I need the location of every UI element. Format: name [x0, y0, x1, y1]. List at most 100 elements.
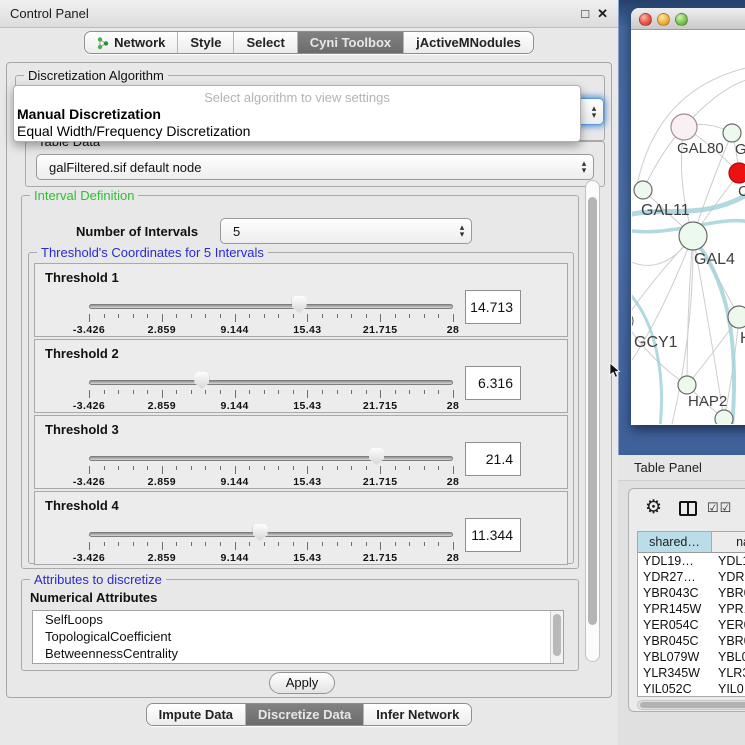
columns-icon[interactable] [679, 501, 697, 516]
discretization-algorithm-legend: Discretization Algorithm [24, 68, 168, 83]
table-panel-header: Table Panel [618, 455, 745, 481]
table-row[interactable]: YPR145WYPR1 [638, 601, 745, 617]
node-hap2[interactable] [678, 376, 696, 394]
cell-shared-name[interactable]: YBL079W [638, 649, 712, 665]
cell-shared-name[interactable]: YIL052C [638, 681, 712, 697]
node-label: GAL11 [641, 202, 690, 219]
cell-shared-name[interactable]: YLR345W [638, 665, 712, 681]
table-data-combobox[interactable]: galFiltered.sif default node ▴▾ [36, 154, 594, 180]
table-row[interactable]: YDL19…YDL1 [638, 553, 745, 569]
tab-jactivemnodules[interactable]: jActiveMNodules [404, 32, 533, 53]
threshold-label: Threshold 4 [45, 498, 119, 513]
threshold-panel-1: Threshold 1 -3.4262.8599.14415.4321.71528… [34, 263, 568, 337]
tab-style[interactable]: Style [178, 32, 234, 53]
node-gal80[interactable] [671, 114, 697, 140]
cell-name[interactable]: YER0 [712, 617, 745, 633]
threshold-label: Threshold 1 [45, 270, 119, 285]
table-row[interactable]: YBR045CYBR0 [638, 633, 745, 649]
cell-name[interactable]: YDR2 [712, 569, 745, 585]
cell-name[interactable]: YBR0 [712, 633, 745, 649]
cell-shared-name[interactable]: YER054C [638, 617, 712, 633]
cell-name[interactable]: YDL1 [712, 553, 745, 569]
node-label: GCY1 [634, 334, 678, 351]
slider-thumb[interactable] [369, 448, 384, 465]
table-row[interactable]: YDR27…YDR2 [638, 569, 745, 585]
node-label: C [738, 183, 745, 200]
threshold-value-field[interactable]: 14.713 [465, 290, 521, 324]
table-data-value: galFiltered.sif default node [37, 160, 575, 175]
checkbox-icons[interactable]: ☑☑ [707, 500, 732, 516]
attribute-item[interactable]: SelfLoops [33, 611, 563, 628]
attribute-items: SelfLoopsTopologicalCoefficientBetweenne… [33, 611, 563, 662]
slider-thumb[interactable] [194, 372, 209, 389]
control-tabs: NetworkStyleSelectCyni ToolboxjActiveMNo… [84, 31, 534, 54]
node-table[interactable]: shared… na YDL19…YDL1YDR27…YDR2YBR043CYB… [637, 531, 745, 697]
cell-shared-name[interactable]: YBR045C [638, 633, 712, 649]
tab-cyni-toolbox[interactable]: Cyni Toolbox [298, 32, 404, 53]
minimize-button[interactable] [657, 13, 670, 26]
cell-name[interactable]: YLR3 [712, 665, 745, 681]
tab-network[interactable]: Network [85, 32, 178, 53]
tab-impute-data[interactable]: Impute Data [147, 704, 246, 725]
attribute-item[interactable]: TopologicalCoefficient [33, 628, 563, 645]
attributes-group: Attributes to discretize Numerical Attri… [21, 579, 579, 671]
panel-title: Control Panel [10, 6, 89, 21]
node-gal4[interactable] [679, 222, 707, 250]
node-bottom[interactable] [715, 410, 733, 424]
tab-select[interactable]: Select [234, 32, 297, 53]
node-label: H [740, 330, 745, 347]
cell-shared-name[interactable]: YDL19… [638, 553, 712, 569]
threshold-slider[interactable]: -3.4262.8599.14415.4321.71528 [89, 294, 453, 334]
gear-icon[interactable]: ⚙ [645, 496, 662, 519]
table-row[interactable]: YBR043CYBR0 [638, 585, 745, 601]
cell-name[interactable]: YBL0 [712, 649, 745, 665]
zoom-button[interactable] [675, 13, 688, 26]
scrollbar-thumb[interactable] [588, 197, 597, 625]
threshold-slider[interactable]: -3.4262.8599.14415.4321.71528 [89, 522, 453, 562]
attribute-item[interactable]: BetweennessCentrality [33, 645, 563, 662]
cell-name[interactable]: YIL0 [712, 681, 745, 697]
threshold-value-field[interactable]: 21.4 [465, 442, 521, 476]
tab-infer-network[interactable]: Infer Network [364, 704, 471, 725]
close-icon[interactable]: ✕ [597, 7, 608, 21]
node-red-selected[interactable] [729, 163, 745, 183]
cell-name[interactable]: YPR1 [712, 601, 745, 617]
panel-scrollbar[interactable] [585, 180, 600, 662]
table-hscrollbar[interactable] [637, 700, 745, 710]
table-row[interactable]: YLR345WYLR3 [638, 665, 745, 681]
node-gcy1[interactable] [632, 312, 633, 330]
threshold-slider[interactable]: -3.4262.8599.14415.4321.71528 [89, 370, 453, 410]
cell-shared-name[interactable]: YBR043C [638, 585, 712, 601]
apply-button[interactable]: Apply [269, 672, 335, 694]
algorithm-option-equal-width[interactable]: Equal Width/Frequency Discretization [17, 123, 250, 139]
tab-discretize-data[interactable]: Discretize Data [246, 704, 364, 725]
slider-thumb[interactable] [292, 296, 307, 313]
algorithm-option-manual[interactable]: Manual Discretization [17, 106, 161, 122]
node-h[interactable] [728, 306, 745, 328]
node-gal11[interactable] [634, 181, 652, 199]
column-header-name[interactable]: na [712, 532, 745, 552]
number-of-intervals-combobox[interactable]: 5 ▴▾ [220, 218, 472, 244]
threshold-label: Threshold 2 [45, 346, 119, 361]
cell-shared-name[interactable]: YDR27… [638, 569, 712, 585]
cell-name[interactable]: YBR0 [712, 585, 745, 601]
float-icon[interactable]: □ [581, 7, 589, 21]
numerical-attributes-list[interactable]: SelfLoopsTopologicalCoefficientBetweenne… [32, 610, 564, 664]
table-row[interactable]: YER054CYER0 [638, 617, 745, 633]
cell-shared-name[interactable]: YPR145W [638, 601, 712, 617]
table-row[interactable]: YBL079WYBL0 [638, 649, 745, 665]
numerical-attributes-label: Numerical Attributes [30, 590, 157, 605]
control-panel-titlebar: Control Panel □ ✕ [0, 0, 618, 28]
network-view[interactable]: GAL80 GA C GAL11 GAL4 GCY1 H HAP2 [632, 30, 745, 424]
slider-thumb[interactable] [253, 524, 268, 541]
close-button[interactable] [639, 13, 652, 26]
table-row[interactable]: YIL052CYIL0 [638, 681, 745, 697]
threshold-value-field[interactable]: 6.316 [465, 366, 521, 400]
node-top-right[interactable] [723, 124, 741, 142]
column-header-shared-name[interactable]: shared… [638, 532, 712, 552]
threshold-slider[interactable]: -3.4262.8599.14415.4321.71528 [89, 446, 453, 486]
hscrollbar-thumb[interactable] [640, 702, 745, 708]
threshold-value-field[interactable]: 11.344 [465, 518, 521, 552]
attributes-scrollbar[interactable] [550, 611, 563, 664]
network-window-titlebar[interactable] [631, 8, 745, 30]
